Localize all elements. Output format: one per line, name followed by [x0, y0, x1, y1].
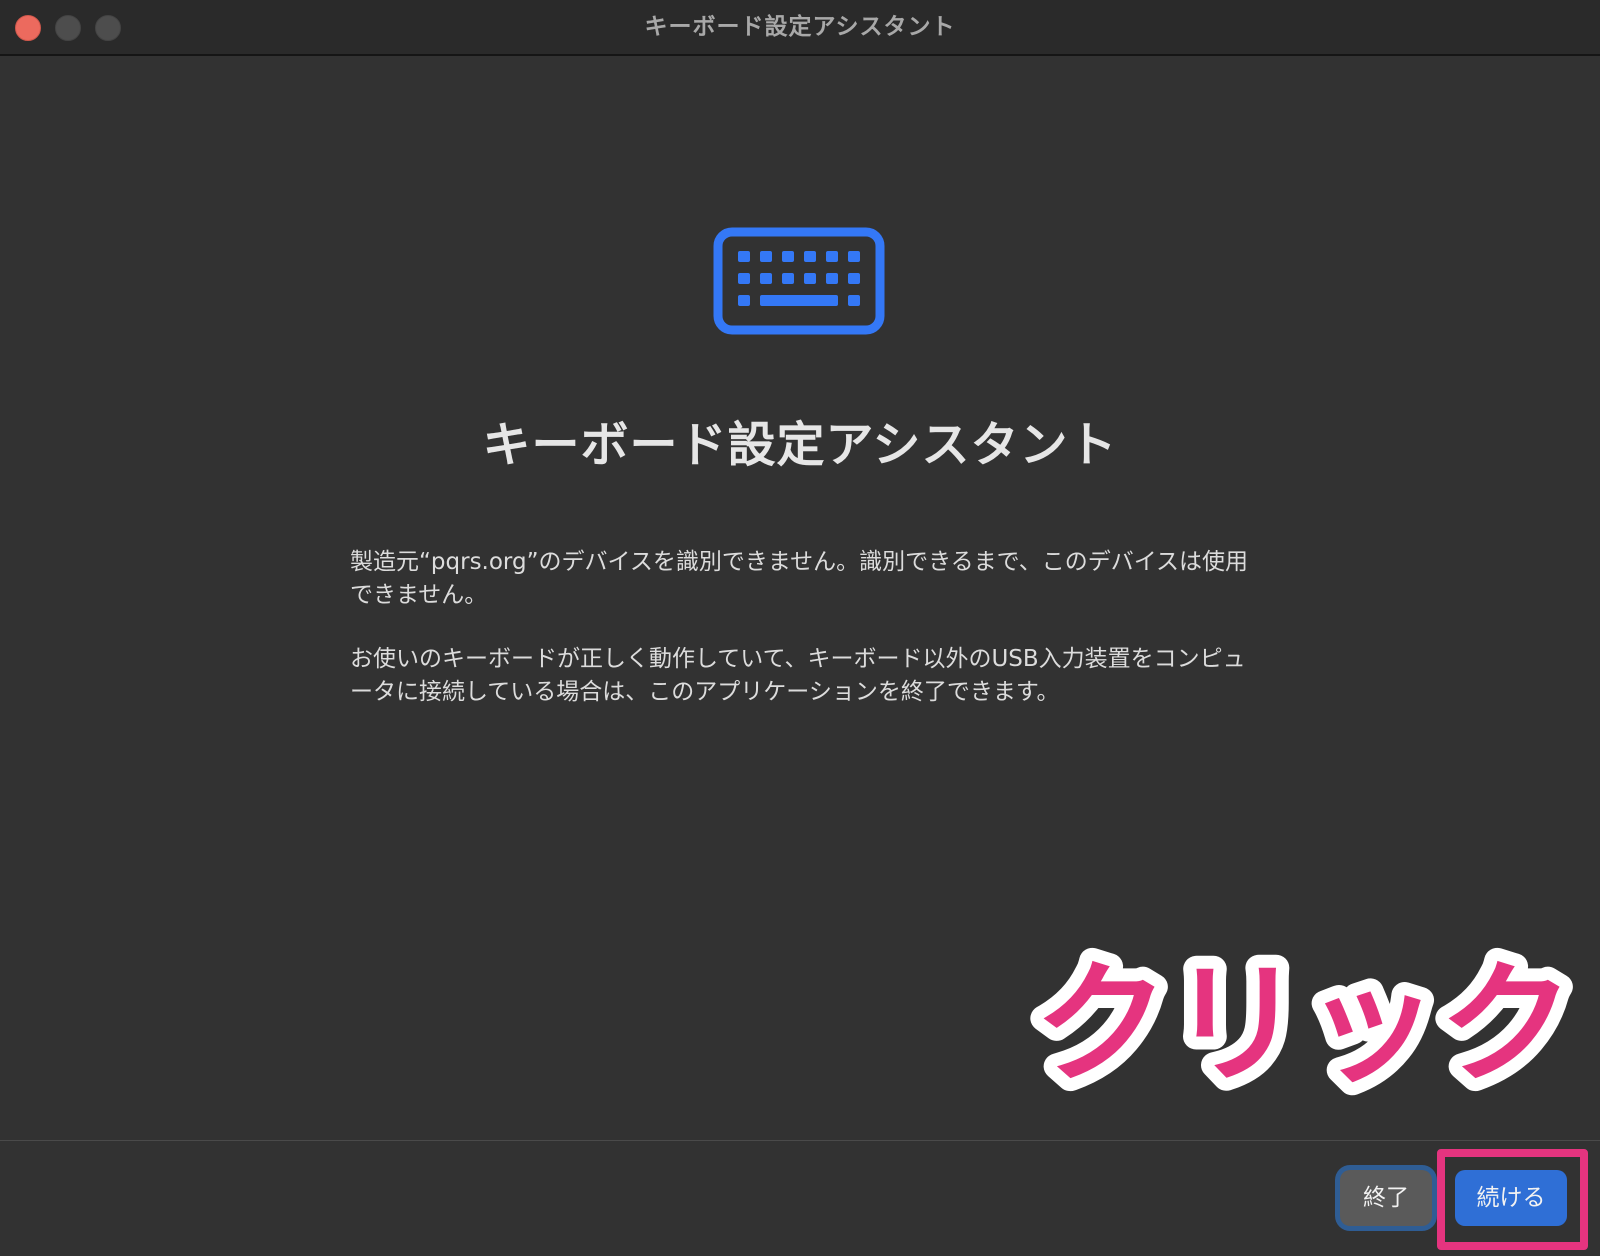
continue-button[interactable]: 続ける	[1455, 1170, 1567, 1226]
window-title: キーボード設定アシスタント	[644, 14, 956, 40]
assistant-window: キーボード設定アシスタント キーボード設定アシスタント 製造元“pqrs.org…	[0, 0, 1600, 1256]
footer-divider	[0, 1140, 1600, 1141]
description-paragraph-2: お使いのキーボードが正しく動作していて、キーボード以外のUSB入力装置をコンピュ…	[350, 646, 1246, 705]
title-bar: キーボード設定アシスタント	[0, 0, 1600, 56]
page-heading: キーボード設定アシスタント	[482, 417, 1118, 473]
click-annotation: クリック クリック	[1021, 935, 1587, 1115]
description-paragraph-1: 製造元“pqrs.org”のデバイスを識別できません。識別できるまで、このデバイ…	[350, 549, 1249, 608]
click-annotation-text: クリック	[1034, 948, 1574, 1102]
keyboard-icon	[713, 227, 885, 335]
quit-button[interactable]: 終了	[1340, 1170, 1432, 1226]
